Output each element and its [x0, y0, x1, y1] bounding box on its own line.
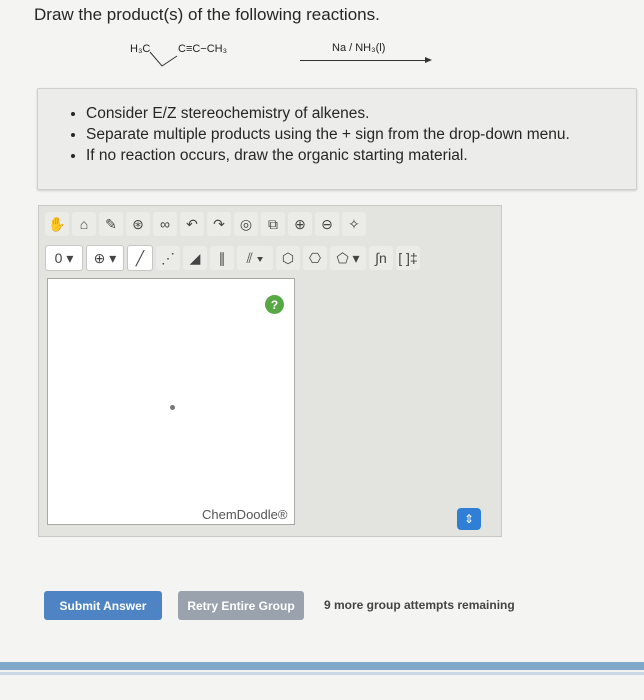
undo-icon[interactable]: ↶ — [180, 212, 204, 236]
reagent-label: Na / NH₃(l) — [332, 42, 386, 54]
reaction-scheme: H₃C C≡C−CH₃ Na / NH₃(l) — [120, 38, 450, 78]
submit-answer-button[interactable]: Submit Answer — [44, 591, 162, 620]
reactant-left-label: H₃C — [130, 43, 150, 55]
redo-icon[interactable]: ↷ — [207, 212, 231, 236]
wedge-bond-icon[interactable]: ◢ — [183, 246, 207, 270]
bracket-label: [ ]‡ — [398, 250, 418, 266]
template-icon[interactable]: ◎ — [234, 212, 258, 236]
zoom-in-icon[interactable]: ⊕ — [288, 212, 312, 236]
function-label: n — [379, 250, 387, 266]
reactant-right-label: C≡C−CH₃ — [178, 43, 227, 55]
single-bond-icon[interactable]: ╱ — [127, 245, 153, 271]
reactant-structure: H₃C C≡C−CH₃ — [130, 43, 227, 67]
instruction-item: If no reaction occurs, draw the organic … — [86, 147, 636, 165]
footer-bar — [0, 662, 644, 670]
attempts-remaining: 9 more group attempts remaining — [324, 598, 515, 612]
drawing-canvas[interactable]: ? ChemDoodle® — [47, 278, 295, 525]
lasso-icon[interactable]: ∞ — [153, 212, 177, 236]
bracket-icon[interactable]: [ ]‡ — [396, 246, 420, 270]
chemdoodle-watermark: ChemDoodle® — [202, 507, 288, 522]
instruction-item: Separate multiple products using the + s… — [86, 126, 636, 144]
chem-editor: ✋ ⌂ ✎ ⊛ ∞ ↶ ↷ ◎ ⧉ ⊕ ⊖ ✧ 0 ▾ ⊕ ▾ ╱ ⋰ ◢ ∥ … — [38, 205, 502, 537]
ring-icon[interactable]: ⊛ — [126, 212, 150, 236]
toolbar-row-1: ✋ ⌂ ✎ ⊛ ∞ ↶ ↷ ◎ ⧉ ⊕ ⊖ ✧ — [45, 210, 369, 238]
hand-icon[interactable]: ✋ — [45, 212, 69, 236]
instruction-item: Consider E/Z stereochemistry of alkenes. — [86, 105, 636, 123]
hexagon-icon[interactable]: ⬡ — [276, 246, 300, 270]
charge-label: 0 — [54, 250, 63, 266]
double-bond-icon[interactable]: ∥ — [210, 246, 234, 270]
zoom-out-icon[interactable]: ⊖ — [315, 212, 339, 236]
triple-bond-icon[interactable]: ⫽ ▾ — [237, 246, 273, 270]
reaction-arrow — [300, 57, 432, 63]
function-icon[interactable]: ∫ n — [369, 246, 393, 270]
dashed-bond-icon[interactable]: ⋰ — [156, 246, 180, 270]
stepper-icon[interactable]: ⇕ — [457, 508, 481, 530]
eraser-icon[interactable]: ⌂ — [72, 212, 96, 236]
instructions-box: Consider E/Z stereochemistry of alkenes.… — [37, 88, 637, 190]
toolbar-row-2: 0 ▾ ⊕ ▾ ╱ ⋰ ◢ ∥ ⫽ ▾ ⬡ ⎔ ⬠ ▾ ∫ n [ ]‡ — [45, 244, 423, 272]
charge-dropdown[interactable]: 0 ▾ — [45, 245, 83, 271]
copy-icon[interactable]: ⧉ — [261, 212, 285, 236]
help-icon[interactable]: ? — [265, 295, 284, 314]
question-title: Draw the product(s) of the following rea… — [34, 5, 380, 24]
ring-icon[interactable]: ⎔ — [303, 246, 327, 270]
canvas-dot — [170, 405, 175, 410]
footer-bar-accent — [0, 672, 644, 675]
pentagon-icon[interactable]: ⬠ ▾ — [330, 246, 366, 270]
plus-charge-icon[interactable]: ⊕ ▾ — [86, 245, 124, 271]
retry-group-button[interactable]: Retry Entire Group — [178, 591, 304, 620]
pencil-icon[interactable]: ✎ — [99, 212, 123, 236]
clean-icon[interactable]: ✧ — [342, 212, 366, 236]
